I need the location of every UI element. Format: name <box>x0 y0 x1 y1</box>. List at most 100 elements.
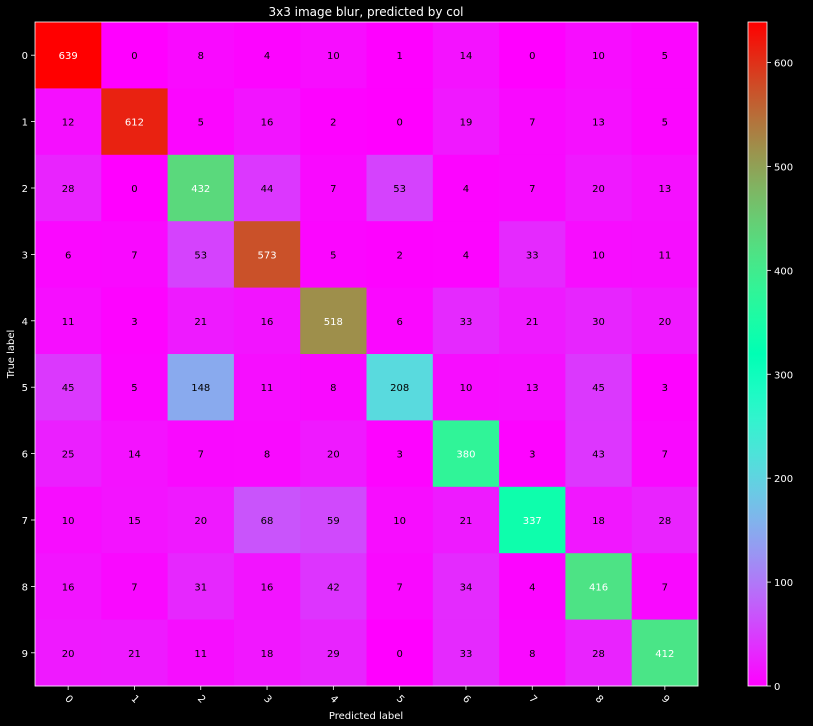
cell-value-label: 21 <box>194 317 207 328</box>
cell-value-label: 25 <box>62 450 75 461</box>
cell-value-label: 15 <box>128 516 141 527</box>
cell-value-label: 18 <box>261 649 274 660</box>
cell-value-label: 639 <box>59 51 78 62</box>
cell-value-label: 10 <box>592 51 605 62</box>
cell-value-label: 0 <box>529 51 535 62</box>
cell-value-label: 412 <box>655 649 674 660</box>
cell-value-label: 8 <box>264 450 270 461</box>
x-tick-label: 2 <box>195 694 207 706</box>
y-tick-label: 9 <box>22 649 28 660</box>
cell-value-label: 45 <box>592 383 605 394</box>
y-tick-label: 8 <box>22 582 28 593</box>
x-tick-label: 1 <box>129 694 141 706</box>
y-axis-label: True label <box>6 330 17 380</box>
cell-value-label: 13 <box>658 184 671 195</box>
y-axis-ticks: 0 1 2 3 4 5 6 7 8 9 <box>22 51 35 660</box>
cell-value-label: 8 <box>198 51 204 62</box>
cell-value-label: 0 <box>396 649 402 660</box>
x-tick-label: 7 <box>526 694 538 706</box>
cell-value-label: 380 <box>456 450 475 461</box>
cell-value-label: 16 <box>62 582 75 593</box>
cell-value-label: 53 <box>194 250 207 261</box>
cell-value-label: 21 <box>526 317 539 328</box>
cell-value-label: 10 <box>62 516 75 527</box>
cell-value-label: 7 <box>662 450 668 461</box>
y-tick-label: 1 <box>22 118 28 129</box>
cell-value-label: 5 <box>662 118 668 129</box>
colorbar-tick-label: 100 <box>774 578 793 589</box>
cell-value-label: 518 <box>324 317 343 328</box>
cell-value-label: 7 <box>529 184 535 195</box>
cell-value-label: 1 <box>396 51 402 62</box>
cell-value-label: 8 <box>330 383 336 394</box>
colorbar-ticks: 0 100 200 300 400 500 600 <box>767 59 793 693</box>
cell-value-label: 3 <box>396 450 402 461</box>
x-tick-label: 9 <box>659 694 671 706</box>
x-tick-label: 6 <box>460 694 472 706</box>
cell-value-label: 14 <box>460 51 473 62</box>
cell-value-label: 20 <box>658 317 671 328</box>
cell-value-label: 0 <box>396 118 402 129</box>
cell-value-label: 148 <box>191 383 210 394</box>
cell-value-label: 7 <box>131 582 137 593</box>
cell-value-label: 208 <box>390 383 409 394</box>
cell-value-label: 30 <box>592 317 605 328</box>
cell-value-label: 11 <box>62 317 75 328</box>
cell-value-label: 2 <box>396 250 402 261</box>
cell-value-label: 20 <box>592 184 605 195</box>
y-tick-label: 4 <box>22 317 28 328</box>
heatmap-cells: 639 0 8 4 10 1 14 0 10 512 612 5 16 2 0 19 7 13 528 0 432 44 7… <box>35 22 699 687</box>
cell-value-label: 16 <box>261 317 274 328</box>
cell-value-label: 337 <box>523 516 542 527</box>
cell-value-label: 8 <box>529 649 535 660</box>
cell-value-label: 33 <box>460 649 473 660</box>
cell-value-label: 20 <box>194 516 207 527</box>
colorbar-tick-label: 200 <box>774 474 793 485</box>
cell-value-label: 3 <box>529 450 535 461</box>
cell-value-label: 13 <box>592 118 605 129</box>
cell-value-label: 20 <box>327 450 340 461</box>
cell-value-label: 5 <box>330 250 336 261</box>
cell-value-label: 20 <box>62 649 75 660</box>
x-tick-label: 0 <box>62 694 74 706</box>
cell-value-label: 29 <box>327 649 340 660</box>
colorbar-tick-label: 400 <box>774 266 793 277</box>
x-tick-label: 5 <box>394 694 406 706</box>
y-tick-label: 2 <box>22 184 28 195</box>
cell-value-label: 53 <box>393 184 406 195</box>
x-axis-label: Predicted label <box>329 711 403 722</box>
colorbar-tick-label: 0 <box>774 682 780 693</box>
colorbar: 0 100 200 300 400 500 600 <box>747 21 793 693</box>
cell-value-label: 5 <box>198 118 204 129</box>
cell-value-label: 16 <box>261 118 274 129</box>
cell-value-label: 21 <box>460 516 473 527</box>
y-tick-label: 7 <box>22 516 28 527</box>
cell-value-label: 13 <box>526 383 539 394</box>
colorbar-tick-label: 600 <box>774 59 793 70</box>
cell-value-label: 10 <box>393 516 406 527</box>
y-tick-label: 6 <box>22 450 28 461</box>
cell-value-label: 7 <box>198 450 204 461</box>
y-tick-label: 0 <box>22 51 28 62</box>
cell-value-label: 6 <box>396 317 402 328</box>
cell-value-label: 3 <box>131 317 137 328</box>
y-tick-label: 5 <box>22 383 28 394</box>
cell-value-label: 573 <box>258 250 277 261</box>
x-tick-label: 3 <box>261 694 273 706</box>
cell-value-label: 0 <box>131 51 137 62</box>
cell-value-label: 42 <box>327 582 340 593</box>
cell-value-label: 6 <box>65 250 71 261</box>
cell-value-label: 16 <box>261 582 274 593</box>
cell-value-label: 7 <box>396 582 402 593</box>
cell-value-label: 5 <box>662 51 668 62</box>
cell-value-label: 5 <box>131 383 137 394</box>
cell-value-label: 11 <box>658 250 671 261</box>
cell-value-label: 10 <box>460 383 473 394</box>
cell-value-label: 21 <box>128 649 141 660</box>
confusion-matrix-chart: 3x3 image blur, predicted by col 639 0 8 4 1… <box>6 5 793 722</box>
cell-value-label: 18 <box>592 516 605 527</box>
x-tick-label: 8 <box>593 694 605 706</box>
cell-value-label: 2 <box>330 118 336 129</box>
cell-value-label: 43 <box>592 450 605 461</box>
cell-value-label: 4 <box>463 250 469 261</box>
